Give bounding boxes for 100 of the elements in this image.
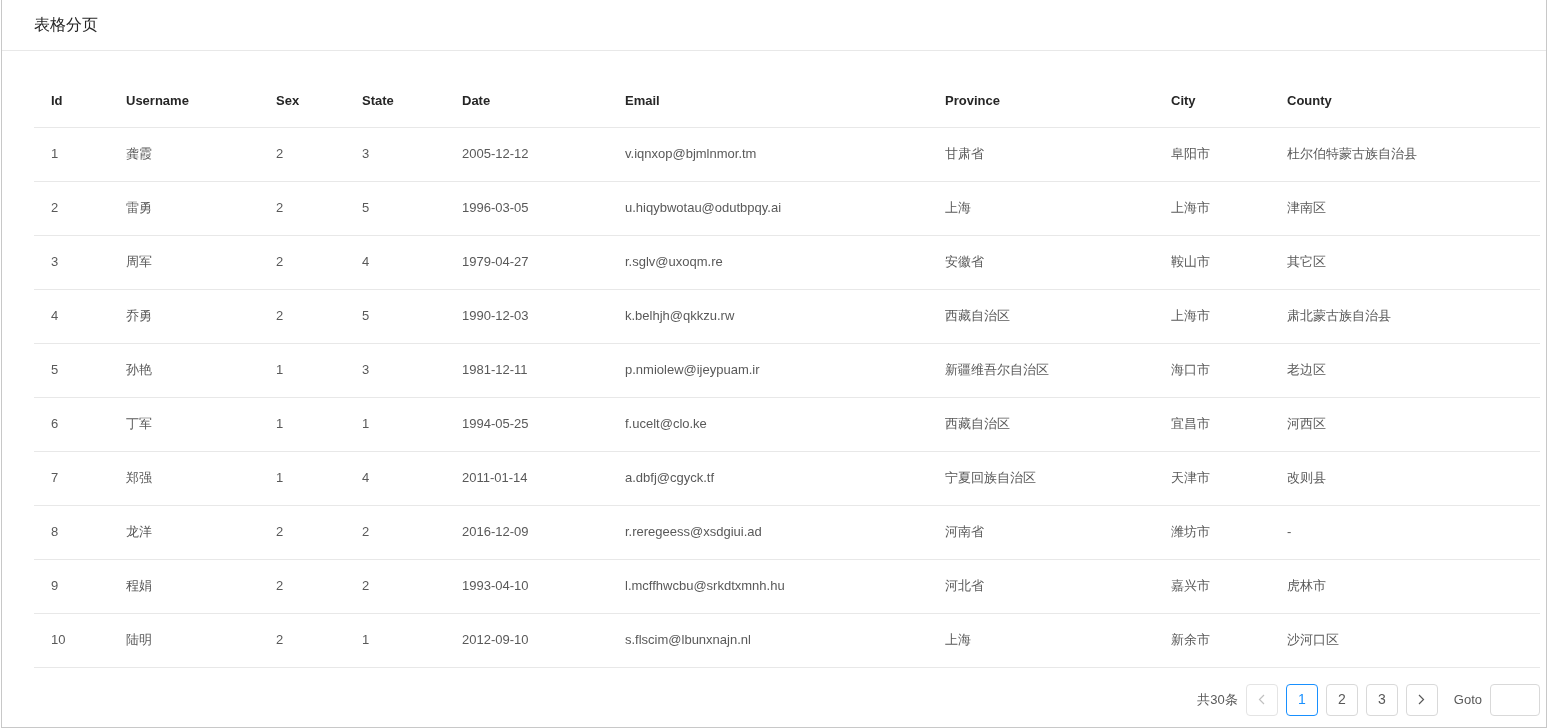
table-cell: 沙河口区 (1270, 613, 1540, 667)
table-cell: 津南区 (1270, 181, 1540, 235)
table-cell: u.hiqybwotau@odutbpqy.ai (608, 181, 928, 235)
table-cell: 1994-05-25 (445, 397, 608, 451)
table-cell: 西藏自治区 (928, 289, 1154, 343)
table-cell: 1 (259, 397, 345, 451)
column-header: Username (109, 75, 259, 127)
table-cell: 雷勇 (109, 181, 259, 235)
table-cell: 宁夏回族自治区 (928, 451, 1154, 505)
table-cell: 2012-09-10 (445, 613, 608, 667)
table-cell: 嘉兴市 (1154, 559, 1270, 613)
table-cell: k.belhjh@qkkzu.rw (608, 289, 928, 343)
table-cell: 1993-04-10 (445, 559, 608, 613)
column-header: Sex (259, 75, 345, 127)
table-cell: 2 (259, 505, 345, 559)
table-cell: 河南省 (928, 505, 1154, 559)
column-header: Id (34, 75, 109, 127)
table-cell: 改则县 (1270, 451, 1540, 505)
table-cell: 2 (259, 289, 345, 343)
table-cell: 龙洋 (109, 505, 259, 559)
table-cell: 孙艳 (109, 343, 259, 397)
table-cell: 乔勇 (109, 289, 259, 343)
table-cell: 1990-12-03 (445, 289, 608, 343)
table-cell: 肃北蒙古族自治县 (1270, 289, 1540, 343)
total-count: 共30条 (1197, 690, 1238, 709)
table-cell: 7 (34, 451, 109, 505)
chevron-left-icon (1258, 694, 1266, 705)
table-cell: 2 (259, 613, 345, 667)
table-cell: 老边区 (1270, 343, 1540, 397)
table-cell: 6 (34, 397, 109, 451)
table-cell: 上海 (928, 181, 1154, 235)
table-cell: 上海 (928, 613, 1154, 667)
table-cell: 龚霞 (109, 127, 259, 181)
table-cell: 新疆维吾尔自治区 (928, 343, 1154, 397)
table-cell: 阜阳市 (1154, 127, 1270, 181)
chevron-right-icon (1418, 694, 1426, 705)
page-title: 表格分页 (34, 15, 98, 35)
table-cell: v.iqnxop@bjmlnmor.tm (608, 127, 928, 181)
column-header: State (345, 75, 445, 127)
table-cell: 2 (34, 181, 109, 235)
table-cell: 河西区 (1270, 397, 1540, 451)
column-header: Email (608, 75, 928, 127)
table-cell: 2 (259, 127, 345, 181)
table-cell: 1 (345, 397, 445, 451)
table-cell: r.sglv@uxoqm.re (608, 235, 928, 289)
table-cell: 河北省 (928, 559, 1154, 613)
goto-label: Goto (1453, 690, 1482, 709)
table-cell: 陆明 (109, 613, 259, 667)
table-cell: 8 (34, 505, 109, 559)
column-header: Date (445, 75, 608, 127)
table-cell: 1 (345, 613, 445, 667)
table-cell: 上海市 (1154, 289, 1270, 343)
table-cell: a.dbfj@cgyck.tf (608, 451, 928, 505)
page-button[interactable]: 3 (1365, 683, 1398, 716)
table-cell: 郑强 (109, 451, 259, 505)
table-cell: 西藏自治区 (928, 397, 1154, 451)
table-cell: l.mcffhwcbu@srkdtxmnh.hu (608, 559, 928, 613)
column-header: County (1270, 75, 1540, 127)
table-cell: 1 (259, 343, 345, 397)
table-cell: 4 (345, 235, 445, 289)
table-cell: 潍坊市 (1154, 505, 1270, 559)
table-cell: 虎林市 (1270, 559, 1540, 613)
table-cell: 9 (34, 559, 109, 613)
page-button[interactable]: 2 (1325, 683, 1358, 716)
table-cell: s.flscim@lbunxnajn.nl (608, 613, 928, 667)
column-header: Province (928, 75, 1154, 127)
table-cell: 新余市 (1154, 613, 1270, 667)
table-cell: 3 (34, 235, 109, 289)
table-cell: 10 (34, 613, 109, 667)
table-cell: 杜尔伯特蒙古族自治县 (1270, 127, 1540, 181)
table-cell: 鞍山市 (1154, 235, 1270, 289)
table-cell: 5 (345, 289, 445, 343)
table-cell: 2016-12-09 (445, 505, 608, 559)
table-cell: 5 (34, 343, 109, 397)
table-cell: 海口市 (1154, 343, 1270, 397)
table-cell: 2 (259, 559, 345, 613)
table-cell: 2 (345, 559, 445, 613)
table-cell: 安徽省 (928, 235, 1154, 289)
goto-input[interactable] (1490, 683, 1540, 716)
table-cell: p.nmiolew@ijeypuam.ir (608, 343, 928, 397)
table-cell: 2011-01-14 (445, 451, 608, 505)
table-cell: 1981-12-11 (445, 343, 608, 397)
table-cell: 1996-03-05 (445, 181, 608, 235)
table-cell: 2 (259, 235, 345, 289)
table-cell: 宜昌市 (1154, 397, 1270, 451)
table-cell: 1 (34, 127, 109, 181)
table-cell: 3 (345, 127, 445, 181)
table-cell: 1 (259, 451, 345, 505)
table-cell: 丁军 (109, 397, 259, 451)
column-header: City (1154, 75, 1270, 127)
table-cell: 4 (345, 451, 445, 505)
table-cell: 2 (345, 505, 445, 559)
next-page-button[interactable] (1405, 683, 1438, 716)
table-cell: 甘肃省 (928, 127, 1154, 181)
table-cell: 4 (34, 289, 109, 343)
table-cell: 周军 (109, 235, 259, 289)
table-cell: 上海市 (1154, 181, 1270, 235)
table-cell: 其它区 (1270, 235, 1540, 289)
table-cell: - (1270, 505, 1540, 559)
table-cell: 程娟 (109, 559, 259, 613)
